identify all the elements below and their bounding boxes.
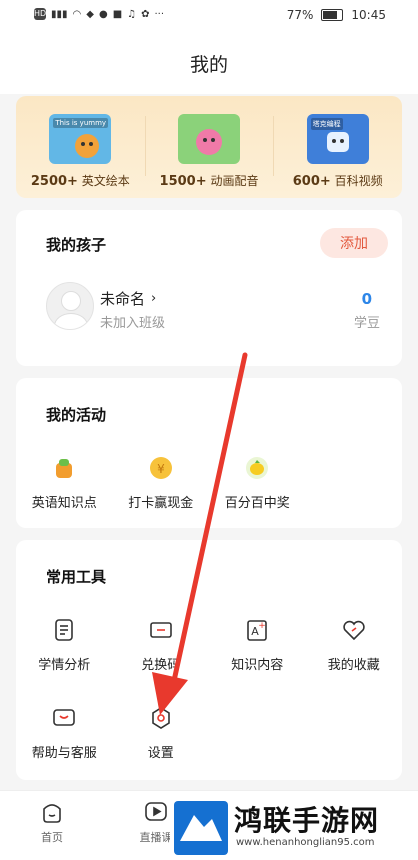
activities-title: 我的活动 xyxy=(46,406,107,424)
battery-percent: 77% xyxy=(286,8,314,22)
watermark: 鸿联手游网 www.henanhonglian95.com xyxy=(170,797,418,859)
add-child-button[interactable]: 添加 xyxy=(320,228,388,258)
tool-label: 学情分析 xyxy=(38,658,91,673)
chat-icon: ● xyxy=(98,8,108,20)
tool-label: 兑换码 xyxy=(141,658,181,673)
status-icons-left: HD ▮▮▮ ◠ ◆ ● ■ ♫ ✿ ··· xyxy=(34,8,164,20)
shield-icon: ◆ xyxy=(86,8,94,20)
tool-label: 知识内容 xyxy=(231,658,284,673)
tools-grid-row-1: 学情分析 兑换码 A + 知识内容 我的收藏 xyxy=(16,616,402,673)
video-thumbnail: 塔克编程 xyxy=(306,114,369,164)
activities-grid: 英语知识点 ¥ 打卡赢现金 百分百中奖 xyxy=(16,454,402,511)
wifi-icon: ◠ xyxy=(72,8,82,20)
tools-grid-row-2: 帮助与客服 设置 xyxy=(16,704,402,761)
class-status: 未加入班级 xyxy=(100,316,166,331)
content-banner: This is yummy 2500+ 英文绘本 1500+ 动画配音 塔克编程… xyxy=(16,96,402,198)
activity-checkin-cash[interactable]: ¥ 打卡赢现金 xyxy=(113,454,210,511)
settings-small-icon: ✿ xyxy=(141,8,150,20)
banner-item-picture-books[interactable]: This is yummy 2500+ 英文绘本 xyxy=(16,96,145,198)
animation-thumbnail xyxy=(178,114,240,164)
banner-item-animation-dubbing[interactable]: 1500+ 动画配音 xyxy=(144,96,274,198)
watermark-title: 鸿联手游网 xyxy=(234,804,380,837)
page-title: 我的 xyxy=(189,53,228,76)
status-bar: HD ▮▮▮ ◠ ◆ ● ■ ♫ ✿ ··· 77% 10:45 xyxy=(0,0,418,32)
watermark-logo xyxy=(174,801,228,855)
signal-icon: ▮▮▮ xyxy=(51,8,68,20)
yuan-coin-icon: ¥ xyxy=(147,454,175,482)
tool-knowledge-content[interactable]: A + 知识内容 xyxy=(209,616,306,673)
child-name: 未命名 xyxy=(100,290,146,308)
gear-icon xyxy=(147,704,175,732)
banner-count: 600+ xyxy=(292,174,331,189)
tab-label: 直播课 xyxy=(139,831,173,844)
coins-value[interactable]: 0 xyxy=(362,290,372,308)
tool-label: 我的收藏 xyxy=(327,658,380,673)
tool-my-favorites[interactable]: 我的收藏 xyxy=(306,616,403,673)
more-icon: ··· xyxy=(154,8,165,20)
activities-card: 我的活动 英语知识点 ¥ 打卡赢现金 百分百中奖 xyxy=(16,378,402,528)
music-icon: ♫ xyxy=(127,8,137,20)
banner-item-encyclopedia-videos[interactable]: 塔克编程 600+ 百科视频 xyxy=(273,96,402,198)
picture-book-thumbnail: This is yummy xyxy=(49,114,112,164)
lemon-prize-icon xyxy=(243,454,271,482)
knowledge-icon: A + xyxy=(243,616,271,644)
svg-text:¥: ¥ xyxy=(157,462,165,476)
message-smile-icon xyxy=(50,704,78,732)
tools-card: 常用工具 学情分析 兑换码 A + 知识内容 我的收藏 帮助与客服 设置 xyxy=(16,540,402,780)
tab-label: 首页 xyxy=(41,831,63,844)
banner-text: 动画配音 xyxy=(210,174,259,188)
heart-icon xyxy=(340,616,368,644)
home-icon xyxy=(43,804,61,823)
activity-label: 百分百中奖 xyxy=(224,496,290,511)
tool-settings[interactable]: 设置 xyxy=(113,704,210,761)
activity-english-points[interactable]: 英语知识点 xyxy=(16,454,113,511)
activity-label: 打卡赢现金 xyxy=(128,496,194,511)
hd-badge: HD xyxy=(34,8,47,20)
svg-text:+: + xyxy=(258,621,266,631)
banner-label: 1500+ 动画配音 xyxy=(160,172,259,189)
play-icon xyxy=(145,802,167,821)
tool-label: 设置 xyxy=(147,746,174,761)
tool-redeem-code[interactable]: 兑换码 xyxy=(113,616,210,673)
tab-home[interactable]: 首页 xyxy=(22,799,82,845)
tool-help-support[interactable]: 帮助与客服 xyxy=(16,704,113,761)
child-name-row[interactable]: 未命名 › xyxy=(100,288,156,309)
ticket-icon xyxy=(147,616,175,644)
banner-label: 600+ 百科视频 xyxy=(293,172,383,189)
children-title: 我的孩子 xyxy=(46,236,107,254)
tools-title: 常用工具 xyxy=(46,568,107,586)
cartoon-character-icon xyxy=(196,129,222,155)
activity-label: 英语知识点 xyxy=(31,496,97,511)
avatar[interactable] xyxy=(46,282,94,330)
green-bag-icon xyxy=(50,454,78,482)
chevron-right-icon: › xyxy=(151,291,157,306)
coins-label: 学豆 xyxy=(353,316,380,331)
app-icon: ■ xyxy=(112,8,123,20)
activity-lucky-draw[interactable]: 百分百中奖 xyxy=(209,454,306,511)
banner-text: 百科视频 xyxy=(334,174,383,188)
report-icon xyxy=(50,616,78,644)
children-card: 我的孩子 添加 未命名 › 未加入班级 0 学豆 xyxy=(16,210,402,366)
status-icons-right: 77% 10:45 xyxy=(287,8,386,22)
page-header: 我的 xyxy=(0,32,418,94)
tool-label: 帮助与客服 xyxy=(31,746,97,761)
book-tag: This is yummy xyxy=(53,118,109,128)
tool-learning-analysis[interactable]: 学情分析 xyxy=(16,616,113,673)
banner-count: 1500+ xyxy=(159,174,207,189)
banner-count: 2500+ xyxy=(30,174,78,189)
clock: 10:45 xyxy=(351,8,386,22)
battery-icon xyxy=(321,9,344,21)
book-tag: 塔克编程 xyxy=(310,118,343,130)
banner-text: 英文绘本 xyxy=(81,174,130,188)
watermark-url: www.henanhonglian95.com xyxy=(236,837,375,848)
banner-label: 2500+ 英文绘本 xyxy=(31,172,130,189)
